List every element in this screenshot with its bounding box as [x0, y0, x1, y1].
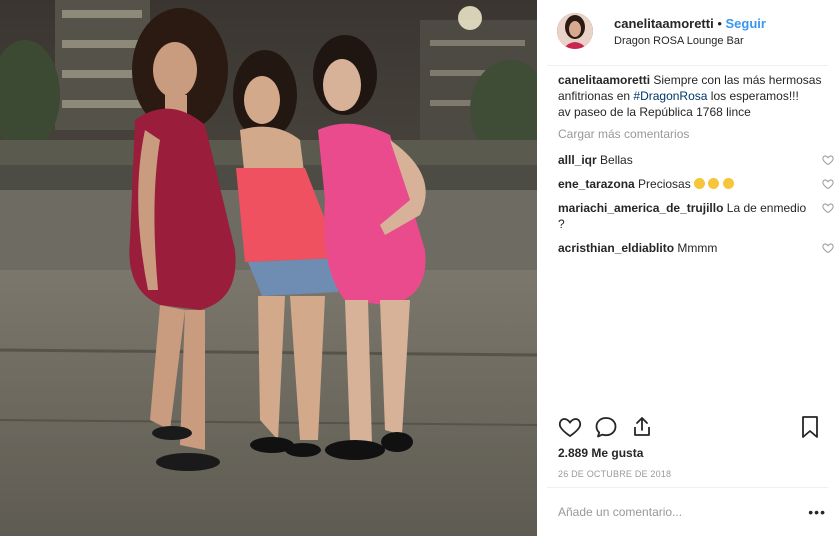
post-photo[interactable] — [0, 0, 537, 536]
small-heart-icon[interactable] — [822, 242, 834, 254]
comment-text: Preciosas — [638, 177, 691, 191]
more-options-icon[interactable]: ••• — [808, 504, 826, 520]
comment-username[interactable]: ene_tarazona — [558, 177, 635, 191]
instagram-post: canelitaamoretti • Seguir Dragon ROSA Lo… — [0, 0, 838, 536]
caption-hashtag[interactable]: #DragonRosa — [633, 89, 707, 103]
comment-item: alll_iqr Bellas — [558, 152, 834, 168]
kiss-emoji-icon — [708, 178, 720, 189]
comment-item: mariachi_america_de_trujillo La de enmed… — [558, 200, 834, 232]
action-bar — [558, 415, 828, 441]
comment-text: Bellas — [600, 153, 633, 167]
avatar[interactable] — [557, 13, 593, 49]
small-heart-icon[interactable] — [822, 178, 834, 190]
add-comment-input[interactable]: Añade un comentario... — [558, 505, 682, 519]
heart-icon[interactable] — [558, 415, 582, 439]
username-link[interactable]: canelitaamoretti — [614, 16, 714, 31]
kiss-emoji-icon — [694, 178, 706, 189]
add-comment-bar: Añade un comentario... ••• — [547, 487, 828, 537]
small-heart-icon[interactable] — [822, 154, 834, 166]
bookmark-icon[interactable] — [798, 415, 822, 439]
location-link[interactable]: Dragon ROSA Lounge Bar — [614, 35, 744, 47]
photo-illustration — [0, 0, 537, 536]
speech-bubble-icon[interactable] — [594, 415, 618, 439]
post-date[interactable]: 26 DE OCTUBRE DE 2018 — [558, 469, 671, 479]
comment-username[interactable]: acristhian_eldiablito — [558, 241, 674, 255]
small-heart-icon[interactable] — [822, 202, 834, 214]
comment-text: Mmmm — [677, 241, 718, 255]
comment-item: acristhian_eldiablito Mmmm — [558, 240, 834, 256]
comment-username[interactable]: mariachi_america_de_trujillo — [558, 201, 723, 215]
follow-button[interactable]: Seguir — [726, 16, 766, 31]
separator-dot: • — [717, 16, 722, 31]
comment-username[interactable]: alll_iqr — [558, 153, 597, 167]
comments-section: canelitaamoretti Siempre con las más her… — [558, 72, 834, 264]
comment-item: ene_tarazona Preciosas — [558, 176, 834, 192]
post-panel: canelitaamoretti • Seguir Dragon ROSA Lo… — [537, 0, 838, 536]
post-header: canelitaamoretti • Seguir Dragon ROSA Lo… — [547, 0, 828, 66]
load-more-comments[interactable]: Cargar más comentarios — [558, 126, 826, 142]
username-row: canelitaamoretti • Seguir — [614, 16, 766, 31]
likes-count[interactable]: 2.889 Me gusta — [558, 446, 643, 460]
caption-username[interactable]: canelitaamoretti — [558, 73, 650, 87]
caption-text-end: los esperamos!!! — [710, 89, 799, 103]
caption: canelitaamoretti Siempre con las más her… — [558, 72, 826, 120]
avatar-icon — [557, 13, 593, 49]
share-icon[interactable] — [630, 415, 654, 439]
caption-address: av paseo de la República 1768 lince — [558, 105, 751, 119]
kiss-emoji-icon — [722, 178, 734, 189]
